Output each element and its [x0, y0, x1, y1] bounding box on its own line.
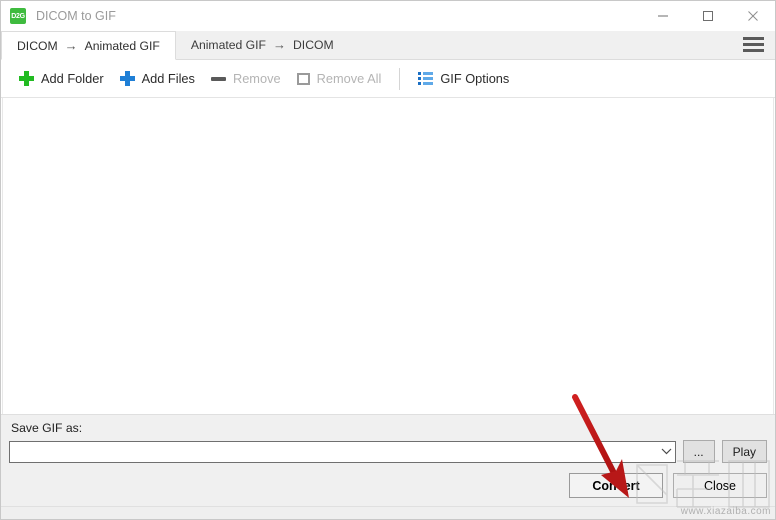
title-bar: D2G DICOM to GIF — [1, 1, 775, 31]
output-path-row: ... Play — [9, 440, 767, 463]
add-folder-label: Add Folder — [41, 71, 104, 86]
remove-label: Remove — [232, 71, 281, 86]
arrow-right-icon: → — [64, 38, 78, 53]
list-settings-icon — [418, 72, 434, 85]
play-button[interactable]: Play — [721, 440, 767, 463]
output-path-combobox[interactable] — [9, 440, 676, 463]
action-button-row: Convert Close — [9, 463, 767, 506]
toolbar-divider — [399, 67, 401, 90]
toolbar: Add Folder Add Files Remove Remove All G… — [1, 60, 775, 98]
tab-bar: DICOM → Animated GIF Animated GIF → DICO… — [1, 31, 775, 60]
hamburger-menu-icon[interactable] — [731, 30, 775, 59]
close-icon[interactable] — [730, 1, 775, 31]
status-bar — [1, 506, 775, 519]
gif-options-label: GIF Options — [440, 71, 510, 86]
remove-all-button[interactable]: Remove All — [289, 64, 390, 94]
chevron-down-icon[interactable] — [658, 448, 675, 455]
bottom-panel: Save GIF as: ... Play Convert Close — [1, 414, 775, 506]
tab-0-left-label: DICOM — [17, 38, 58, 53]
application-window: D2G DICOM to GIF DICOM → Animated GIF An… — [0, 0, 776, 520]
add-files-button[interactable]: Add Files — [112, 64, 203, 94]
add-files-label: Add Files — [141, 71, 195, 86]
minus-dash-icon — [210, 76, 226, 81]
arrow-right-icon: → — [273, 37, 286, 52]
file-list-area[interactable] — [2, 98, 774, 414]
plus-icon-blue — [119, 71, 135, 86]
app-icon-d2g: D2G — [10, 8, 26, 24]
tab-animated-gif-to-dicom[interactable]: Animated GIF → DICOM — [176, 30, 349, 59]
tab-0-right-label: Animated GIF — [84, 38, 160, 53]
convert-button[interactable]: Convert — [569, 473, 663, 498]
remove-all-label: Remove All — [316, 71, 382, 86]
add-folder-button[interactable]: Add Folder — [11, 64, 112, 94]
minimize-icon[interactable] — [640, 1, 685, 31]
maximize-icon[interactable] — [685, 1, 730, 31]
tab-dicom-to-animated-gif[interactable]: DICOM → Animated GIF — [1, 31, 176, 60]
browse-button[interactable]: ... — [682, 440, 715, 463]
window-title: DICOM to GIF — [36, 9, 116, 23]
plus-icon-green — [19, 71, 34, 86]
tab-1-left-label: Animated GIF — [190, 37, 266, 52]
gif-options-button[interactable]: GIF Options — [410, 64, 517, 94]
tab-1-right-label: DICOM — [293, 37, 334, 52]
remove-button[interactable]: Remove — [203, 64, 289, 94]
close-button[interactable]: Close — [673, 473, 767, 498]
empty-square-icon — [296, 72, 310, 85]
window-controls — [640, 1, 775, 31]
save-gif-as-label: Save GIF as: — [11, 421, 83, 435]
